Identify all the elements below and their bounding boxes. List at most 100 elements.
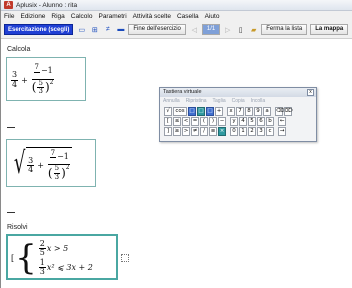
paren-denominator: 3 [54, 172, 60, 181]
equation-icon[interactable]: ≠ [102, 24, 113, 35]
exponent: 2 [49, 78, 54, 86]
toolbar: Esercitazione (scegli) ▭ ⊞ ≠ ▬ Fine dell… [1, 21, 352, 39]
workspace: Calcola 3 4 + 7 −1 (5 3) 2 √ 3 4 + 7 −… [1, 40, 352, 288]
square-root-icon: √ [13, 146, 26, 181]
minus-one: −1 [40, 66, 53, 76]
paren-denominator: 3 [38, 87, 43, 96]
key-3[interactable]: 3 [257, 127, 265, 136]
exponent: 2 [65, 164, 70, 172]
menu-edizione[interactable]: Edizione [20, 13, 45, 20]
key-c[interactable]: c [266, 127, 274, 136]
grid-icon[interactable]: ⊞ [89, 24, 100, 35]
key-4[interactable]: 4 [239, 117, 247, 126]
separator-line [7, 212, 15, 213]
key-7[interactable]: 7 [236, 107, 244, 116]
key-fraction[interactable]: □ [188, 107, 196, 116]
key-y[interactable]: y [230, 117, 238, 126]
row2-tail: x² ⩽ 3x + 2 [46, 263, 93, 272]
key-6[interactable]: 6 [257, 117, 265, 126]
menu-calcolo[interactable]: Calcolo [71, 13, 93, 20]
key-plus[interactable]: + [215, 107, 223, 116]
key-minus[interactable]: − [218, 117, 226, 126]
key-left-arrow[interactable]: ← [278, 117, 286, 126]
key-0[interactable]: 0 [230, 127, 238, 136]
key-sqrt[interactable]: √ [164, 107, 172, 116]
keyboard-icon[interactable]: ▬ [115, 24, 126, 35]
key-backspace[interactable]: ⌫ [275, 107, 284, 116]
menu-file[interactable]: File [4, 13, 14, 20]
key-neq[interactable]: ≠ [191, 127, 199, 136]
key-paren-open[interactable]: ( [200, 117, 208, 126]
key-bracket-open[interactable]: [ [164, 117, 172, 126]
menu-riga[interactable]: Riga [51, 13, 64, 20]
menu-attivita[interactable]: Attività scelte [133, 13, 171, 20]
key-gt[interactable]: > [182, 127, 190, 136]
exercise-select[interactable]: Esercitazione (scegli) [4, 24, 74, 35]
key-x[interactable]: x [227, 107, 235, 116]
minus-one: −1 [57, 151, 69, 161]
system-box[interactable]: [ { 2 5 x > 5 1 3 x² ⩽ 3x + 2 [6, 234, 118, 280]
end-exercise-button[interactable]: Fine dell'esercizio [128, 24, 186, 35]
redo-menu-item[interactable]: Ripristina [186, 97, 207, 105]
virtual-keyboard-keys: √ cos □ □ □ + x 7 8 9 a ⌫ ⌦ [ ≤ < = ( ) [164, 107, 293, 137]
menu-parametri[interactable]: Parametri [98, 13, 126, 20]
compound-fraction: 7 −1 ( 5 3 ) 2 [31, 63, 54, 96]
key-leq[interactable]: ≤ [173, 117, 181, 126]
key-5[interactable]: 5 [248, 117, 256, 126]
close-icon[interactable]: x [307, 89, 314, 96]
key-right-arrow[interactable]: → [278, 127, 286, 136]
virtual-keyboard-title: Tastiera virtuale [163, 89, 202, 95]
fraction-3-4: 3 4 [11, 70, 19, 89]
key-delete[interactable]: ⌦ [284, 107, 293, 116]
expression-box-2[interactable]: √ 3 4 + 7 −1 (5 3) 2 [6, 139, 96, 187]
menu-bar: File Edizione Riga Calcolo Parametri Att… [1, 11, 352, 21]
map-button[interactable]: La mappa [310, 24, 349, 35]
key-bracket-close[interactable]: ] [164, 127, 172, 136]
key-cos[interactable]: cos [173, 107, 187, 116]
key-box[interactable]: □ [206, 107, 214, 116]
virtual-keyboard[interactable]: Tastiera virtuale x Annulla Ripristina T… [159, 87, 317, 142]
paste-menu-item[interactable]: Incolla [251, 97, 265, 105]
key-times[interactable]: × [218, 127, 226, 136]
key-9[interactable]: 9 [254, 107, 262, 116]
undo-menu-item[interactable]: Annulla [163, 97, 180, 105]
key-1[interactable]: 1 [239, 127, 247, 136]
virtual-keyboard-titlebar[interactable]: Tastiera virtuale x [160, 88, 316, 97]
new-document-icon[interactable]: ▯ [235, 24, 246, 35]
page-indicator: 1/1 [201, 24, 221, 35]
key-geq[interactable]: ≥ [173, 127, 181, 136]
key-8[interactable]: 8 [245, 107, 253, 116]
key-lt[interactable]: < [182, 117, 190, 126]
stop-list-button[interactable]: Ferma la lista [261, 24, 308, 35]
row1-denominator: 5 [39, 248, 45, 257]
open-folder-icon[interactable]: ▰ [248, 24, 259, 35]
expression-box-1[interactable]: 3 4 + 7 −1 ( 5 3) 2 [6, 57, 86, 101]
copy-menu-item[interactable]: Copia [232, 97, 245, 105]
key-row: ] ≥ > ≠ / ≡ × 0 1 2 3 c → [164, 127, 293, 136]
key-2[interactable]: 2 [248, 127, 256, 136]
section-label-calcola: Calcola [7, 46, 31, 53]
key-equiv[interactable]: ≡ [209, 127, 217, 136]
plus-operator: + [21, 75, 28, 85]
plus-operator: + [37, 161, 44, 170]
previous-icon[interactable]: ◁ [189, 24, 200, 35]
menu-casella[interactable]: Casella [177, 13, 199, 20]
cut-menu-item[interactable]: Taglia [213, 97, 226, 105]
menu-aiuto[interactable]: Aiuto [205, 13, 220, 20]
rectangle-icon[interactable]: ▭ [76, 24, 87, 35]
window-title: Aplusix - Alunno : rita [16, 1, 78, 9]
insertion-placeholder[interactable] [121, 254, 129, 262]
inner-numerator: 7 [49, 148, 57, 159]
key-b[interactable]: b [266, 117, 274, 126]
key-paren-close[interactable]: ) [209, 117, 217, 126]
virtual-keyboard-menu: Annulla Ripristina Taglia Copia Incolla [160, 97, 316, 105]
next-icon[interactable]: ▷ [222, 24, 233, 35]
key-a[interactable]: a [263, 107, 271, 116]
key-equals[interactable]: = [191, 117, 199, 126]
brace-icon: { [15, 238, 37, 278]
key-row: √ cos □ □ □ + x 7 8 9 a ⌫ ⌦ [164, 107, 293, 116]
row2-denominator: 3 [39, 267, 45, 276]
key-power[interactable]: □ [197, 107, 205, 116]
key-row: [ ≤ < = ( ) − y 4 5 6 b ← [164, 117, 293, 126]
key-divide[interactable]: / [200, 127, 208, 136]
